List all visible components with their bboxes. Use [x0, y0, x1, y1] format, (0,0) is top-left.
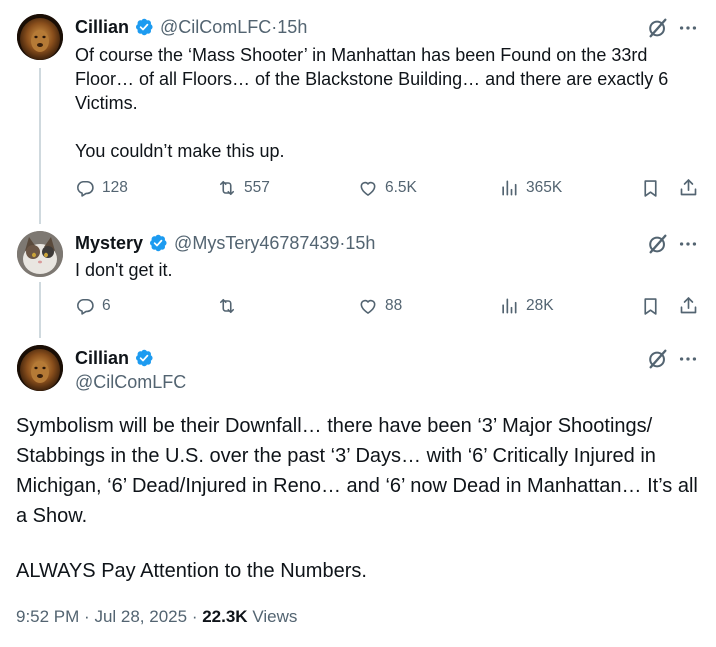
- more-icon[interactable]: [677, 17, 699, 39]
- reply-icon: [75, 296, 95, 316]
- views-count: 365K: [526, 179, 563, 196]
- reply-icon: [75, 178, 95, 198]
- views-count: 28K: [526, 297, 554, 314]
- like-button[interactable]: 6.5K: [358, 178, 417, 198]
- avatar[interactable]: [17, 231, 63, 277]
- tweet-text: Symbolism will be their Downfall… there …: [16, 415, 704, 527]
- repost-icon: [217, 296, 237, 316]
- thread-line: [39, 68, 41, 224]
- bookmark-button[interactable]: [640, 296, 668, 317]
- grok-icon[interactable]: [647, 17, 669, 39]
- share-icon: [678, 295, 699, 316]
- like-count: 88: [385, 297, 403, 314]
- avatar[interactable]: [17, 14, 63, 60]
- bookmark-button[interactable]: [640, 178, 668, 199]
- share-icon: [678, 177, 699, 198]
- separator: ·: [191, 607, 203, 626]
- bookmark-icon: [640, 178, 661, 199]
- more-icon[interactable]: [677, 348, 699, 370]
- post-date[interactable]: Jul 28, 2025: [94, 607, 187, 626]
- author-handle[interactable]: @CilComLFC: [75, 372, 186, 393]
- more-icon[interactable]: [677, 233, 699, 255]
- views-button[interactable]: 28K: [499, 296, 554, 316]
- author-name[interactable]: Cillian: [75, 17, 129, 38]
- reply-button[interactable]: 128: [75, 178, 128, 198]
- author-handle[interactable]: @CilComLFC: [160, 17, 271, 38]
- views-button[interactable]: 365K: [499, 178, 562, 198]
- cat-avatar-image: [17, 231, 63, 277]
- reply-count: 6: [102, 297, 111, 314]
- like-count: 6.5K: [385, 179, 417, 196]
- like-icon: [358, 178, 378, 198]
- like-icon: [358, 296, 378, 316]
- views-count: 22.3K: [202, 607, 248, 626]
- lion-avatar-image: [17, 345, 63, 391]
- share-button[interactable]: [678, 177, 706, 198]
- tweet-text: ALWAYS Pay Attention to the Numbers.: [16, 560, 367, 582]
- views-icon: [499, 296, 519, 316]
- share-button[interactable]: [678, 295, 706, 316]
- lion-avatar-image: [17, 14, 63, 60]
- author-name[interactable]: Mystery: [75, 233, 143, 254]
- verified-badge-icon: [148, 233, 168, 253]
- thread-line: [39, 282, 41, 338]
- tweet-text: You couldn’t make this up.: [75, 141, 285, 161]
- author-handle[interactable]: @MysTery46787439: [174, 233, 339, 254]
- repost-button[interactable]: [217, 296, 244, 316]
- repost-button[interactable]: 557: [217, 178, 270, 198]
- tweet-meta: 9:52 PM · Jul 28, 2025 · 22.3K Views: [16, 607, 297, 627]
- verified-badge-icon: [134, 348, 154, 368]
- author-name[interactable]: Cillian: [75, 348, 129, 369]
- views-icon: [499, 178, 519, 198]
- separator: ·: [84, 607, 95, 626]
- post-time[interactable]: 15h: [277, 17, 307, 38]
- tweet-text: Of course the ‘Mass Shooter’ in Manhatta…: [75, 45, 669, 113]
- grok-icon[interactable]: [647, 348, 669, 370]
- tweet-text: I don't get it.: [75, 260, 173, 280]
- repost-icon: [217, 178, 237, 198]
- post-time[interactable]: 15h: [345, 233, 375, 254]
- bookmark-icon: [640, 296, 661, 317]
- verified-badge-icon: [134, 17, 154, 37]
- grok-icon[interactable]: [647, 233, 669, 255]
- views-label: Views: [252, 607, 298, 626]
- like-button[interactable]: 88: [358, 296, 402, 316]
- reply-count: 128: [102, 179, 128, 196]
- repost-count: 557: [244, 179, 270, 196]
- reply-button[interactable]: 6: [75, 296, 111, 316]
- avatar[interactable]: [17, 345, 63, 391]
- post-time[interactable]: 9:52 PM: [16, 607, 79, 626]
